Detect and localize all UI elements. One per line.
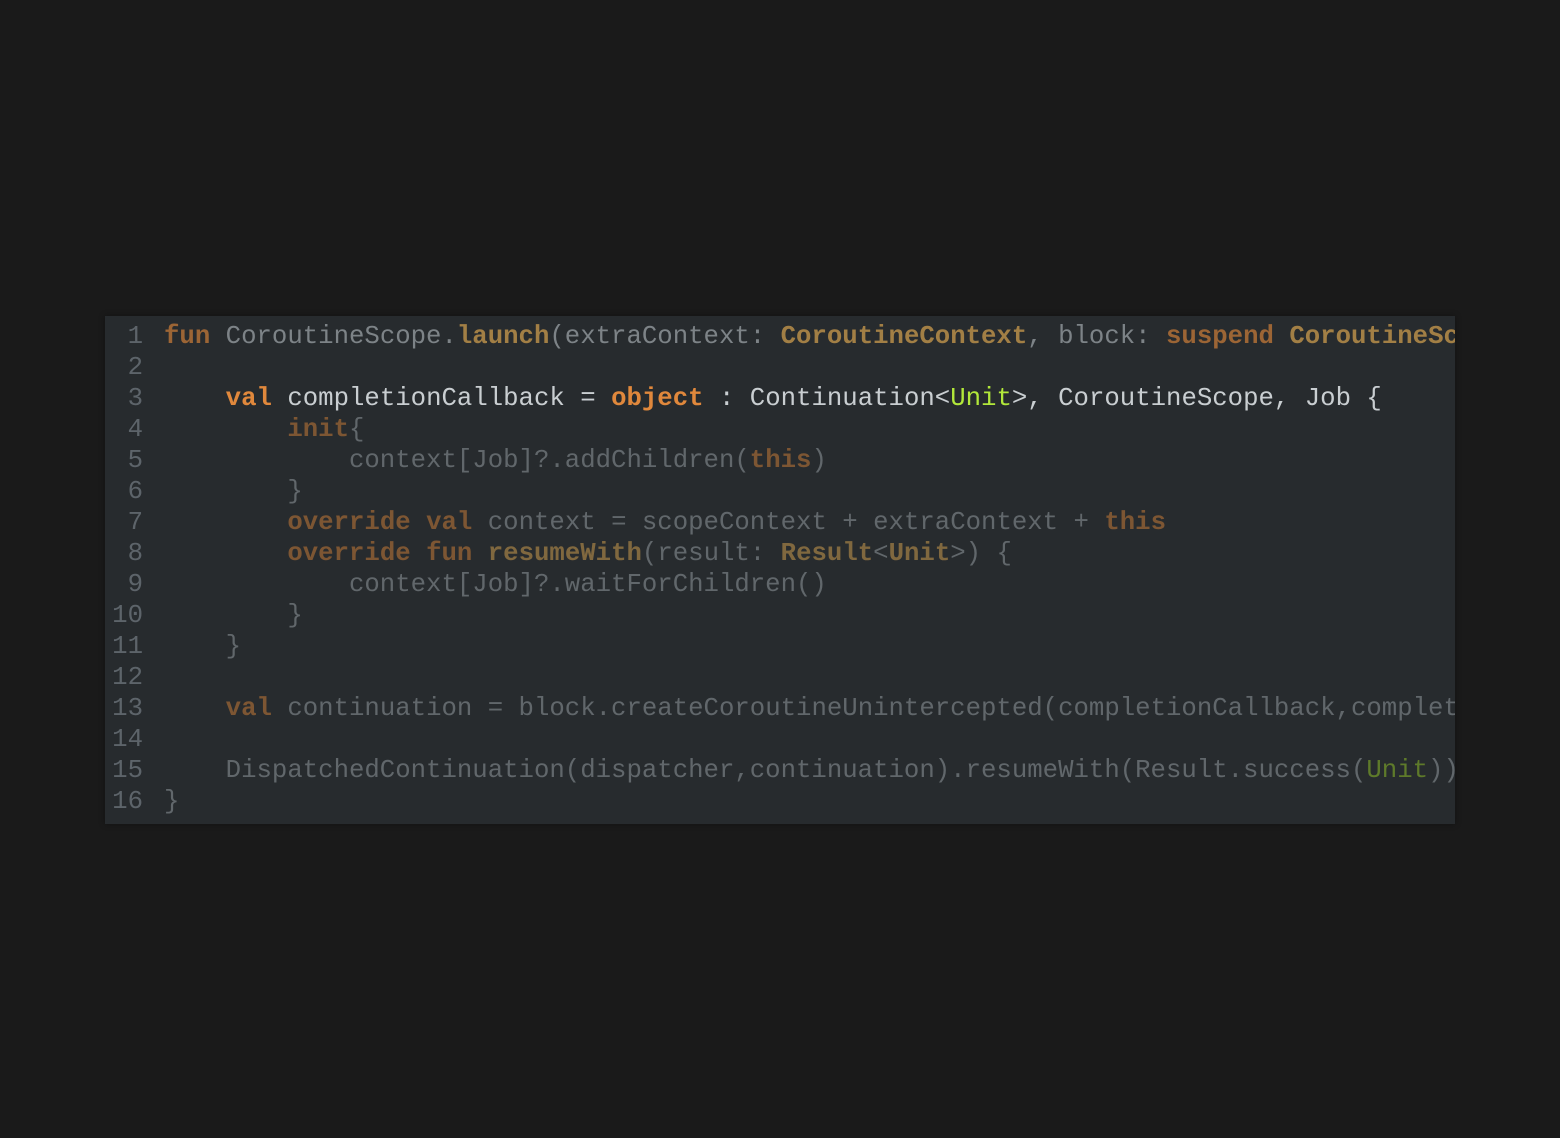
line-text: } bbox=[164, 600, 303, 631]
code-token: } bbox=[164, 632, 242, 661]
code-token: val bbox=[426, 508, 473, 537]
code-line[interactable]: 10 } bbox=[105, 600, 1455, 631]
code-token: Unit bbox=[888, 539, 951, 568]
line-text: } bbox=[164, 631, 241, 662]
code-token: , block: bbox=[1027, 322, 1167, 351]
code-token: )) bbox=[1428, 756, 1455, 785]
code-token: launch bbox=[456, 322, 550, 351]
code-token: { bbox=[349, 415, 365, 444]
code-token: context[Job]?.waitForChildren() bbox=[164, 570, 827, 599]
code-line[interactable]: 2 bbox=[105, 352, 1455, 383]
code-area[interactable]: 1 fun CoroutineScope.launch(extraContext:… bbox=[105, 321, 1455, 817]
code-token: override bbox=[287, 508, 411, 537]
code-line[interactable]: 13 val continuation = block.createCorout… bbox=[105, 693, 1455, 724]
page-background: 1 fun CoroutineScope.launch(extraContext:… bbox=[0, 0, 1560, 1138]
code-token: continuation = block.createCoroutineUnin… bbox=[287, 694, 1455, 723]
code-token: (result: bbox=[641, 539, 781, 568]
code-token: } bbox=[164, 477, 303, 506]
code-token: context[Job]?.addChildren( bbox=[164, 446, 750, 475]
code-token: fun bbox=[426, 539, 473, 568]
code-token: init bbox=[287, 415, 349, 444]
code-token: fun bbox=[164, 322, 211, 351]
line-number: 16 bbox=[112, 787, 143, 816]
code-line[interactable]: 8 override fun resumeWith(result: Result… bbox=[105, 538, 1455, 569]
code-token: CoroutineScope. bbox=[210, 322, 457, 351]
code-line[interactable]: 4 init{ bbox=[105, 414, 1455, 445]
code-token: completionCallback = bbox=[271, 384, 612, 413]
code-line[interactable]: 9 context[Job]?.waitForChildren() bbox=[105, 569, 1455, 600]
code-token: ) bbox=[811, 446, 827, 475]
line-text: init{ bbox=[164, 414, 364, 445]
line-text: override fun resumeWith(result: Result<U… bbox=[164, 538, 1012, 569]
code-token: CoroutineContext bbox=[780, 322, 1028, 351]
line-number: 3 bbox=[127, 384, 143, 413]
code-line[interactable]: 14 bbox=[105, 724, 1455, 755]
code-line[interactable]: 3 val completionCallback = object : Cont… bbox=[105, 383, 1455, 414]
line-number: 9 bbox=[127, 570, 143, 599]
code-token: DispatchedContinuation(dispatcher,contin… bbox=[164, 756, 1367, 785]
code-token: suspend bbox=[1166, 322, 1274, 351]
line-number: 7 bbox=[127, 508, 143, 537]
code-token: (extraContext: bbox=[549, 322, 781, 351]
code-token: < bbox=[873, 539, 889, 568]
code-token: } bbox=[164, 601, 303, 630]
line-number: 4 bbox=[127, 415, 143, 444]
code-token: resumeWith bbox=[487, 539, 642, 568]
code-token: context = scopeContext + extraContext + bbox=[472, 508, 1105, 537]
code-token: Unit bbox=[950, 384, 1012, 413]
code-token: object bbox=[611, 384, 704, 413]
line-number: 8 bbox=[127, 539, 143, 568]
line-number: 12 bbox=[112, 663, 143, 692]
line-text: } bbox=[164, 786, 179, 817]
line-number: 14 bbox=[112, 725, 143, 754]
code-line[interactable]: 7 override val context = scopeContext + … bbox=[105, 507, 1455, 538]
code-token: this bbox=[1104, 508, 1167, 537]
code-token: val bbox=[225, 694, 272, 723]
line-text: } bbox=[164, 476, 303, 507]
code-editor[interactable]: 1 fun CoroutineScope.launch(extraContext:… bbox=[105, 316, 1455, 824]
code-token: this bbox=[749, 446, 812, 475]
line-number: 6 bbox=[127, 477, 143, 506]
code-token: val bbox=[225, 384, 272, 413]
code-line[interactable]: 15 DispatchedContinuation(dispatcher,con… bbox=[105, 755, 1455, 786]
code-line[interactable]: 16} bbox=[105, 786, 1455, 817]
code-token: >) { bbox=[950, 539, 1012, 568]
code-token: Result bbox=[780, 539, 874, 568]
line-text: DispatchedContinuation(dispatcher,contin… bbox=[164, 755, 1455, 786]
line-text: context[Job]?.waitForChildren() bbox=[164, 569, 827, 600]
line-number: 13 bbox=[112, 694, 143, 723]
line-number: 10 bbox=[112, 601, 143, 630]
line-text: fun CoroutineScope.launch(extraContext: … bbox=[164, 321, 1455, 352]
code-token: Unit bbox=[1366, 756, 1429, 785]
line-text: context[Job]?.addChildren(this) bbox=[164, 445, 827, 476]
line-text: val continuation = block.createCoroutine… bbox=[164, 693, 1455, 724]
code-line[interactable]: 5 context[Job]?.addChildren(this) bbox=[105, 445, 1455, 476]
line-number: 2 bbox=[127, 353, 143, 382]
code-line[interactable]: 6 } bbox=[105, 476, 1455, 507]
line-number: 11 bbox=[112, 632, 143, 661]
code-line[interactable]: 11 } bbox=[105, 631, 1455, 662]
code-line[interactable]: 12 bbox=[105, 662, 1455, 693]
code-token: CoroutineScope bbox=[1289, 322, 1455, 351]
line-text: override val context = scopeContext + ex… bbox=[164, 507, 1166, 538]
code-token: >, CoroutineScope, Job { bbox=[1011, 384, 1382, 413]
line-text: val completionCallback = object : Contin… bbox=[164, 383, 1382, 414]
line-number: 15 bbox=[112, 756, 143, 785]
code-token: } bbox=[164, 787, 180, 816]
code-token: : Continuation< bbox=[703, 384, 951, 413]
line-number: 1 bbox=[127, 322, 143, 351]
code-line[interactable]: 1 fun CoroutineScope.launch(extraContext:… bbox=[105, 321, 1455, 352]
code-token: override bbox=[287, 539, 411, 568]
line-number: 5 bbox=[127, 446, 143, 475]
